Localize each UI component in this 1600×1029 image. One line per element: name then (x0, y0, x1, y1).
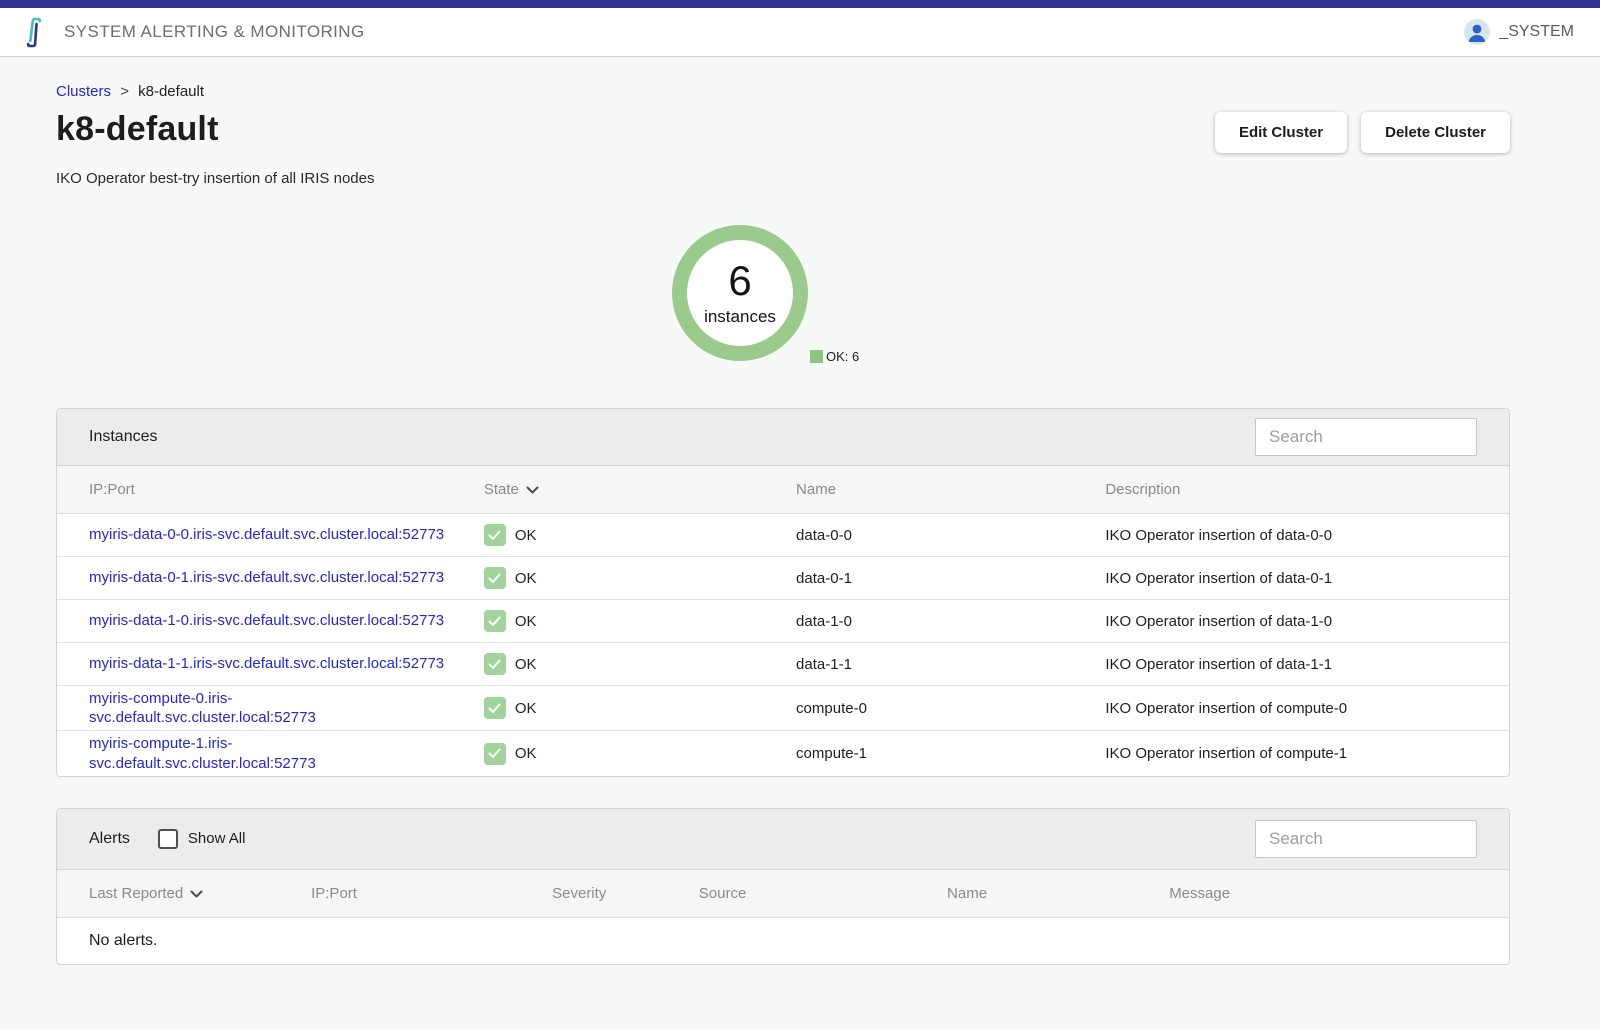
col-last-reported[interactable]: Last Reported (57, 870, 311, 918)
username: _SYSTEM (1499, 23, 1574, 41)
state-label: OK (515, 700, 537, 717)
chart-legend: OK: 6 (810, 349, 859, 364)
show-all-checkbox[interactable] (158, 829, 178, 849)
user-avatar-icon (1464, 19, 1490, 45)
col-ip-port-label: IP:Port (89, 481, 135, 498)
table-row: myiris-data-1-1.iris-svc.default.svc.clu… (57, 643, 1509, 686)
instance-link[interactable]: myiris-data-1-0.iris-svc.default.svc.clu… (89, 611, 444, 630)
no-alerts-message: No alerts. (57, 917, 1509, 964)
show-all-label: Show All (188, 830, 246, 847)
instance-link[interactable]: myiris-data-0-1.iris-svc.default.svc.clu… (89, 568, 444, 587)
instance-description: IKO Operator insertion of data-0-1 (1105, 557, 1509, 600)
col-message: Message (1169, 870, 1509, 918)
legend-ok-swatch (810, 350, 823, 363)
col-alert-ip-port: IP:Port (311, 870, 552, 918)
alerts-search-input[interactable] (1255, 820, 1477, 858)
breadcrumb-separator: > (120, 83, 129, 100)
instances-search-input[interactable] (1255, 418, 1477, 456)
instance-link[interactable]: myiris-compute-0.iris-svc.default.svc.cl… (89, 689, 459, 727)
ok-check-icon (484, 610, 506, 632)
ok-check-icon (484, 697, 506, 719)
donut-label: instances (704, 307, 776, 327)
alerts-table: Last Reported IP:Port Severity Source Na… (57, 870, 1509, 964)
delete-cluster-button[interactable]: Delete Cluster (1361, 112, 1510, 153)
instance-description: IKO Operator insertion of data-1-0 (1105, 600, 1509, 643)
col-state-label: State (484, 481, 519, 498)
table-row: myiris-data-0-1.iris-svc.default.svc.clu… (57, 557, 1509, 600)
instances-section-title: Instances (89, 428, 157, 446)
instance-link[interactable]: myiris-data-0-0.iris-svc.default.svc.clu… (89, 525, 444, 544)
col-state[interactable]: State (484, 466, 796, 514)
app-logo-icon (24, 17, 48, 49)
col-ip-port: IP:Port (57, 466, 484, 514)
legend-ok-label: OK: 6 (826, 349, 859, 364)
state-label: OK (515, 570, 537, 587)
col-description-label: Description (1105, 481, 1180, 498)
col-source: Source (699, 870, 947, 918)
col-alert-ip-port-label: IP:Port (311, 885, 357, 902)
col-message-label: Message (1169, 885, 1230, 902)
col-alert-name-label: Name (947, 885, 987, 902)
donut-value: 6 (728, 260, 751, 302)
state-label: OK (515, 527, 537, 544)
instance-description: IKO Operator insertion of compute-1 (1105, 731, 1509, 776)
instance-link[interactable]: myiris-data-1-1.iris-svc.default.svc.clu… (89, 654, 444, 673)
ok-check-icon (484, 743, 506, 765)
instance-description: IKO Operator insertion of data-0-0 (1105, 514, 1509, 557)
state-label: OK (515, 656, 537, 673)
col-name: Name (796, 466, 1105, 514)
col-alert-name: Name (947, 870, 1169, 918)
table-row: myiris-data-0-0.iris-svc.default.svc.clu… (57, 514, 1509, 557)
instance-name: compute-0 (796, 686, 1105, 731)
breadcrumb-clusters-link[interactable]: Clusters (56, 83, 111, 100)
alerts-section-title: Alerts (89, 830, 130, 848)
instances-section: Instances IP:Port State Name Description… (56, 408, 1510, 777)
cluster-description: IKO Operator best-try insertion of all I… (56, 170, 1510, 187)
ok-check-icon (484, 524, 506, 546)
instances-donut-chart: 6 instances OK: 6 (56, 209, 1510, 387)
alerts-header-row: Last Reported IP:Port Severity Source Na… (57, 870, 1509, 918)
col-description: Description (1105, 466, 1509, 514)
col-severity: Severity (552, 870, 699, 918)
breadcrumb-current: k8-default (138, 83, 204, 100)
breadcrumb: Clusters > k8-default (56, 83, 1510, 100)
instance-name: data-0-0 (796, 514, 1105, 557)
state-label: OK (515, 745, 537, 762)
app-title: SYSTEM ALERTING & MONITORING (64, 22, 365, 42)
instance-name: data-1-0 (796, 600, 1105, 643)
instance-description: IKO Operator insertion of data-1-1 (1105, 643, 1509, 686)
state-label: OK (515, 613, 537, 630)
table-row: myiris-compute-0.iris-svc.default.svc.cl… (57, 686, 1509, 731)
instance-link[interactable]: myiris-compute-1.iris-svc.default.svc.cl… (89, 734, 459, 772)
instance-name: compute-1 (796, 731, 1105, 776)
alerts-empty-row: No alerts. (57, 917, 1509, 964)
ok-check-icon (484, 653, 506, 675)
instances-table: IP:Port State Name Description myiris-da… (57, 466, 1509, 776)
instance-description: IKO Operator insertion of compute-0 (1105, 686, 1509, 731)
chevron-down-icon (190, 890, 203, 899)
table-row: myiris-data-1-0.iris-svc.default.svc.clu… (57, 600, 1509, 643)
edit-cluster-button[interactable]: Edit Cluster (1215, 112, 1347, 153)
ok-check-icon (484, 567, 506, 589)
instance-name: data-1-1 (796, 643, 1105, 686)
instance-name: data-0-1 (796, 557, 1105, 600)
donut-ring: 6 instances (672, 225, 808, 361)
app-header: SYSTEM ALERTING & MONITORING _SYSTEM (0, 8, 1600, 57)
col-last-reported-label: Last Reported (89, 885, 183, 902)
alerts-section: Alerts Show All Last Reported IP:Port Se… (56, 808, 1510, 965)
col-source-label: Source (699, 885, 747, 902)
table-row: myiris-compute-1.iris-svc.default.svc.cl… (57, 731, 1509, 776)
col-severity-label: Severity (552, 885, 606, 902)
chevron-down-icon (526, 486, 539, 495)
col-name-label: Name (796, 481, 836, 498)
page-title: k8-default (56, 110, 219, 149)
instances-header-row: IP:Port State Name Description (57, 466, 1509, 514)
top-accent-bar (0, 0, 1600, 8)
user-menu[interactable]: _SYSTEM (1464, 19, 1574, 45)
